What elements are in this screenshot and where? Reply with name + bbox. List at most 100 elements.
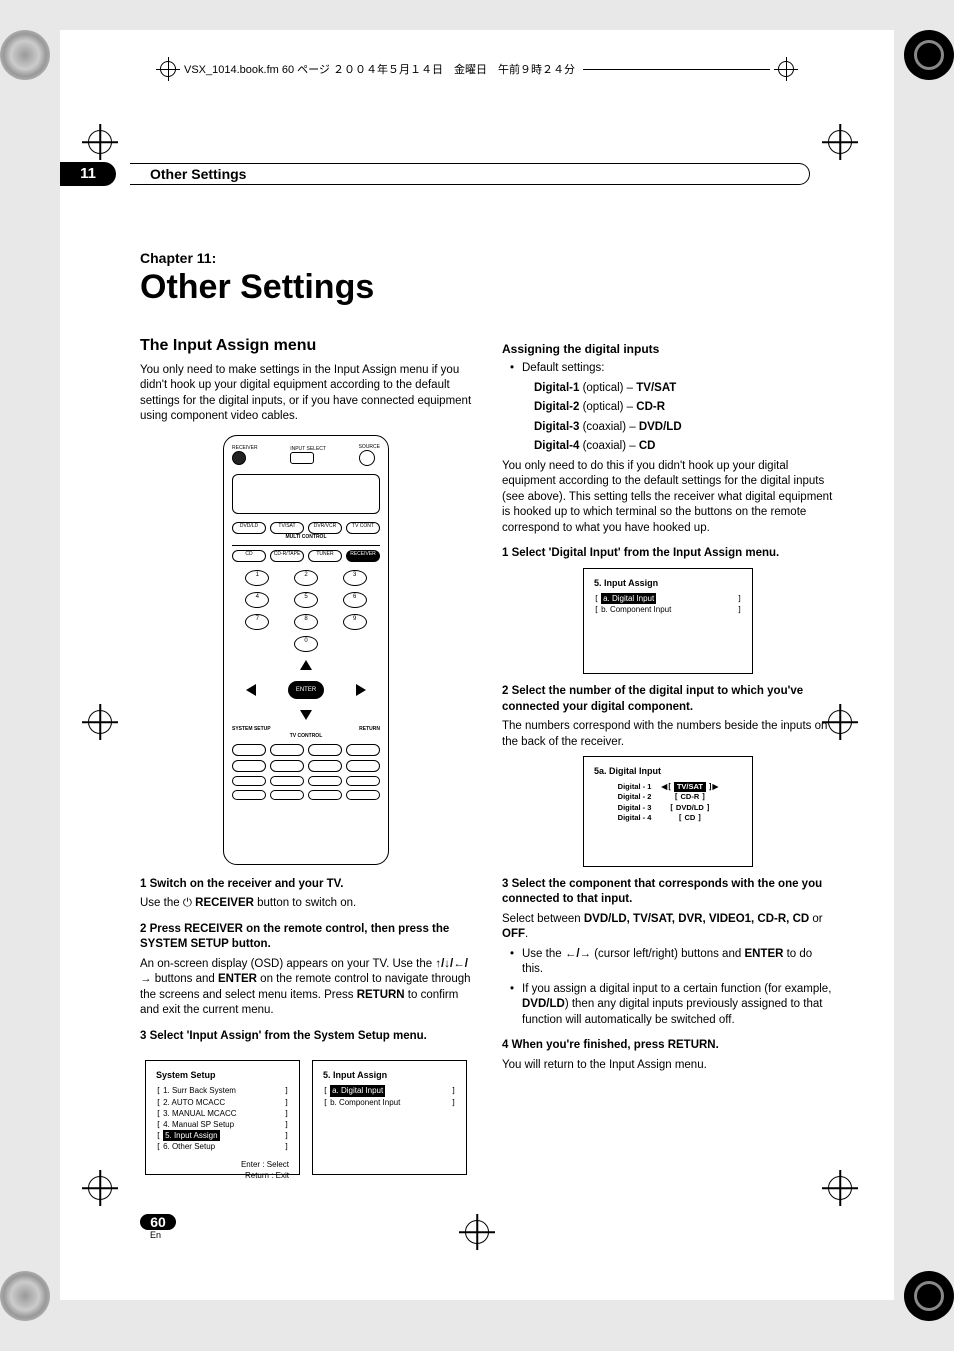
osd-item: b. Component Input	[601, 605, 671, 614]
default-value: TV/SAT	[636, 382, 676, 394]
default-value: CD	[639, 440, 656, 452]
book-filename: VSX_1014.book.fm 60 ページ ２００４年５月１４日 金曜日 午…	[184, 61, 575, 77]
osd-title: 5. Input Assign	[594, 577, 742, 589]
remote-receiver-button: RECEIVER	[346, 550, 380, 562]
osd-title: 5a. Digital Input	[594, 765, 742, 777]
remote-enter-button: ENTER	[288, 681, 324, 699]
osd-title: 5. Input Assign	[323, 1069, 456, 1081]
page-lang: En	[150, 1230, 176, 1240]
osd-item: 4. Manual SP Setup	[163, 1120, 234, 1129]
crop-mark-icon	[88, 130, 112, 154]
step-body: Select between DVD/LD, TV/SAT, DVR, VIDE…	[502, 912, 834, 943]
remote-num-button: 1	[245, 570, 269, 586]
remote-num-button: 5	[294, 592, 318, 608]
content: Chapter 11: Other Settings The Input Ass…	[140, 250, 834, 1190]
step-heading: 1 Select 'Digital Input' from the Input …	[502, 546, 834, 562]
arrow-left-right-icon: ←/→	[565, 948, 591, 960]
book-header: VSX_1014.book.fm 60 ページ ２００４年５月１４日 金曜日 午…	[160, 58, 794, 80]
subsection-heading: Assigning the digital inputs	[502, 341, 834, 357]
osd-screen-digital-input: 5a. Digital Input Digital - 1 Digital - …	[583, 756, 753, 866]
osd-row-label: Digital - 1	[618, 782, 652, 793]
page-footer: 60 En	[140, 1214, 176, 1240]
remote-source-button: TUNER	[308, 550, 342, 562]
osd-row-value: CD	[684, 813, 695, 822]
decor-corner-tl	[0, 30, 50, 80]
remote-source-button: DVR/VCR	[308, 522, 342, 534]
osd-item: 2. AUTO MCACC	[163, 1098, 225, 1107]
registration-mark-icon	[778, 61, 794, 77]
osd-item: 6. Other Setup	[163, 1142, 215, 1151]
remote-source-button: CD	[232, 550, 266, 562]
osd-row-value-selected: TV/SAT	[674, 782, 706, 793]
osd-title: System Setup	[156, 1069, 289, 1081]
remote-label: INPUT SELECT	[290, 446, 326, 453]
intro-text: You only need to do this if you didn't h…	[502, 459, 834, 537]
defaults-block: Default settings:	[502, 361, 834, 377]
registration-mark-icon	[160, 61, 176, 77]
osd-item-selected: 5. Input Assign	[163, 1130, 219, 1141]
osd-hint: Enter : Select	[156, 1159, 289, 1170]
osd-row-label: Digital - 3	[618, 803, 652, 814]
arrow-right-icon	[356, 684, 366, 696]
step-heading: 4 When you're finished, press RETURN.	[502, 1038, 834, 1054]
left-column: The Input Assign menu You only need to m…	[140, 335, 472, 1181]
arrow-left-icon	[246, 684, 256, 696]
crop-mark-icon	[828, 130, 852, 154]
step-heading: 3 Select 'Input Assign' from the System …	[140, 1029, 472, 1045]
arrow-down-icon	[300, 710, 312, 720]
crop-mark-icon	[88, 710, 112, 734]
osd-screen-input-assign: 5. Input Assign [ a. Digital Input ] [ b…	[312, 1060, 467, 1175]
remote-num-button: 7	[245, 614, 269, 630]
section-heading: The Input Assign menu	[140, 335, 472, 357]
defaults-label: Default settings:	[522, 361, 834, 377]
osd-row-value: CD-R	[681, 792, 700, 801]
remote-label: SYSTEM SETUP	[232, 726, 271, 733]
main-title: Other Settings	[140, 268, 834, 307]
default-value: DVD/LD	[639, 421, 682, 433]
step-body: An on-screen display (OSD) appears on yo…	[140, 957, 472, 1019]
step-heading: 3 Select the component that corresponds …	[502, 877, 834, 908]
osd-item-selected: a. Digital Input	[330, 1085, 385, 1096]
remote-source-button: TV CONT	[346, 522, 380, 534]
chapter-number: 11	[60, 162, 116, 186]
osd-row-label: Digital - 4	[618, 813, 652, 824]
osd-item-selected: a. Digital Input	[601, 593, 656, 604]
remote-source-button: TV/SAT	[270, 522, 304, 534]
default-key: Digital-1	[534, 382, 579, 394]
remote-label: RETURN	[359, 726, 380, 733]
step-body: You will return to the Input Assign menu…	[502, 1058, 834, 1074]
osd-screen-input-assign: 5. Input Assign [ a. Digital Input ] [ b…	[583, 568, 753, 675]
step-body: The numbers correspond with the numbers …	[502, 719, 834, 750]
remote-nav-pad: ENTER	[232, 660, 380, 720]
remote-label: TV CONTROL	[232, 733, 380, 740]
decor-corner-br	[904, 1271, 954, 1321]
remote-label: SOURCE	[359, 444, 380, 451]
remote-lcd	[232, 474, 380, 514]
remote-num-button: 6	[343, 592, 367, 608]
step-heading: 2 Press RECEIVER on the remote control, …	[140, 922, 472, 953]
chapter-title: Chapter 11:	[140, 250, 834, 266]
step-heading: 2 Select the number of the digital input…	[502, 684, 834, 715]
crop-mark-icon	[465, 1220, 489, 1244]
power-icon: ⏻	[183, 897, 192, 909]
receiver-led-icon	[232, 451, 246, 465]
input-select-button	[290, 452, 314, 464]
default-key: Digital-3	[534, 421, 579, 433]
remote-num-button: 4	[245, 592, 269, 608]
power-icon	[359, 450, 375, 466]
remote-num-button: 8	[294, 614, 318, 630]
osd-item: 1. Surr Back System	[163, 1086, 236, 1095]
remote-num-button: 0	[294, 636, 318, 652]
page-number: 60	[140, 1214, 176, 1230]
remote-num-button: 2	[294, 570, 318, 586]
remote-illustration: RECEIVER INPUT SELECT SOURCE	[223, 435, 389, 865]
osd-screen-system-setup: System Setup [ 1. Surr Back System ] [ 2…	[145, 1060, 300, 1175]
remote-source-button: CD-R/TAPE	[270, 550, 304, 562]
bullet-item: If you assign a digital input to a certa…	[522, 982, 834, 1029]
chapter-header-pill: 11 Other Settings	[60, 160, 810, 188]
remote-label: RECEIVER	[232, 445, 258, 452]
osd-item: b. Component Input	[330, 1098, 400, 1107]
right-column: Assigning the digital inputs Default set…	[502, 335, 834, 1181]
osd-hint: Return : Exit	[156, 1170, 289, 1181]
remote-label: MULTI CONTROL	[232, 534, 380, 541]
